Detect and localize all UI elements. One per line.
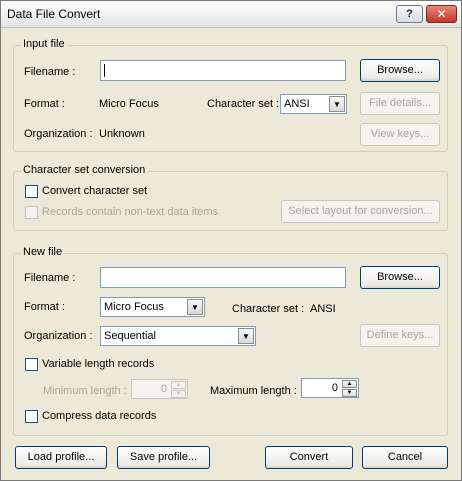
input-format-label: Format : (24, 98, 65, 110)
non-text-data-label[interactable]: Records contain non-text data items (42, 206, 218, 218)
spin-down-icon[interactable]: ▼ (171, 390, 186, 398)
convert-button[interactable]: Convert (265, 446, 353, 469)
variable-length-label[interactable]: Variable length records (42, 358, 154, 370)
compress-records-checkbox[interactable] (25, 410, 38, 423)
chevron-down-icon[interactable]: ▼ (329, 96, 345, 112)
charset-conversion-group-label: Character set conversion (21, 164, 148, 176)
new-file-group-label: New file (21, 246, 65, 258)
new-charset-value: ANSI (310, 303, 336, 315)
new-organization-label: Organization : (24, 330, 93, 342)
max-length-label: Maximum length : (210, 385, 297, 397)
new-organization-value: Sequential (104, 330, 156, 342)
input-filename-label: Filename : (24, 66, 76, 78)
input-file-group-label: Input file (21, 38, 67, 50)
new-charset-label: Character set : (232, 303, 305, 315)
convert-charset-label[interactable]: Convert character set (42, 185, 147, 197)
title-bar[interactable]: Data File Convert ? ✕ (1, 1, 461, 28)
input-organization-label: Organization : (24, 128, 93, 140)
input-filename-field[interactable] (100, 60, 346, 81)
new-format-select[interactable]: Micro Focus ▼ (100, 297, 205, 317)
new-browse-button[interactable]: Browse... (360, 266, 440, 289)
input-browse-button[interactable]: Browse... (360, 59, 440, 82)
variable-length-checkbox[interactable] (25, 358, 38, 371)
spin-up-icon[interactable]: ▲ (342, 380, 357, 388)
non-text-data-checkbox[interactable] (25, 206, 38, 219)
compress-records-label[interactable]: Compress data records (42, 410, 156, 422)
save-profile-button[interactable]: Save profile... (117, 446, 210, 469)
min-length-value: 0 (160, 383, 167, 395)
spin-up-icon[interactable]: ▲ (171, 381, 186, 389)
define-keys-button[interactable]: Define keys... (360, 324, 440, 347)
chevron-down-icon[interactable]: ▼ (187, 299, 203, 315)
file-details-button[interactable]: File details... (360, 92, 440, 115)
chevron-down-icon[interactable]: ▼ (238, 328, 254, 344)
max-length-value[interactable]: 0 (332, 382, 338, 394)
input-charset-select[interactable]: ANSI ▼ (280, 94, 347, 114)
spin-down-icon[interactable]: ▼ (342, 389, 357, 397)
new-filename-label: Filename : (24, 272, 76, 284)
cancel-button[interactable]: Cancel (362, 446, 448, 469)
input-charset-value: ANSI (284, 98, 310, 110)
new-format-value: Micro Focus (104, 301, 164, 313)
new-filename-field[interactable] (100, 267, 346, 288)
input-charset-label: Character set : (207, 98, 280, 110)
convert-charset-checkbox[interactable] (25, 185, 38, 198)
new-format-label: Format : (24, 301, 65, 313)
help-button[interactable]: ? (396, 5, 423, 23)
text-cursor (104, 64, 105, 77)
max-length-spinner[interactable]: 0 ▲ ▼ (301, 378, 359, 398)
view-keys-button[interactable]: View keys... (360, 123, 440, 146)
min-length-label: Minimum length : (43, 385, 127, 397)
select-layout-button[interactable]: Select layout for conversion... (281, 200, 440, 223)
min-length-spinner[interactable]: 0 ▲ ▼ (131, 379, 188, 399)
load-profile-button[interactable]: Load profile... (15, 446, 107, 469)
close-button[interactable]: ✕ (426, 5, 457, 23)
input-format-value: Micro Focus (99, 98, 159, 110)
data-file-convert-dialog: Data File Convert ? ✕ Input file Filenam… (0, 0, 462, 481)
input-organization-value: Unknown (99, 128, 145, 140)
window-title: Data File Convert (7, 7, 101, 21)
new-organization-select[interactable]: Sequential ▼ (100, 326, 256, 346)
